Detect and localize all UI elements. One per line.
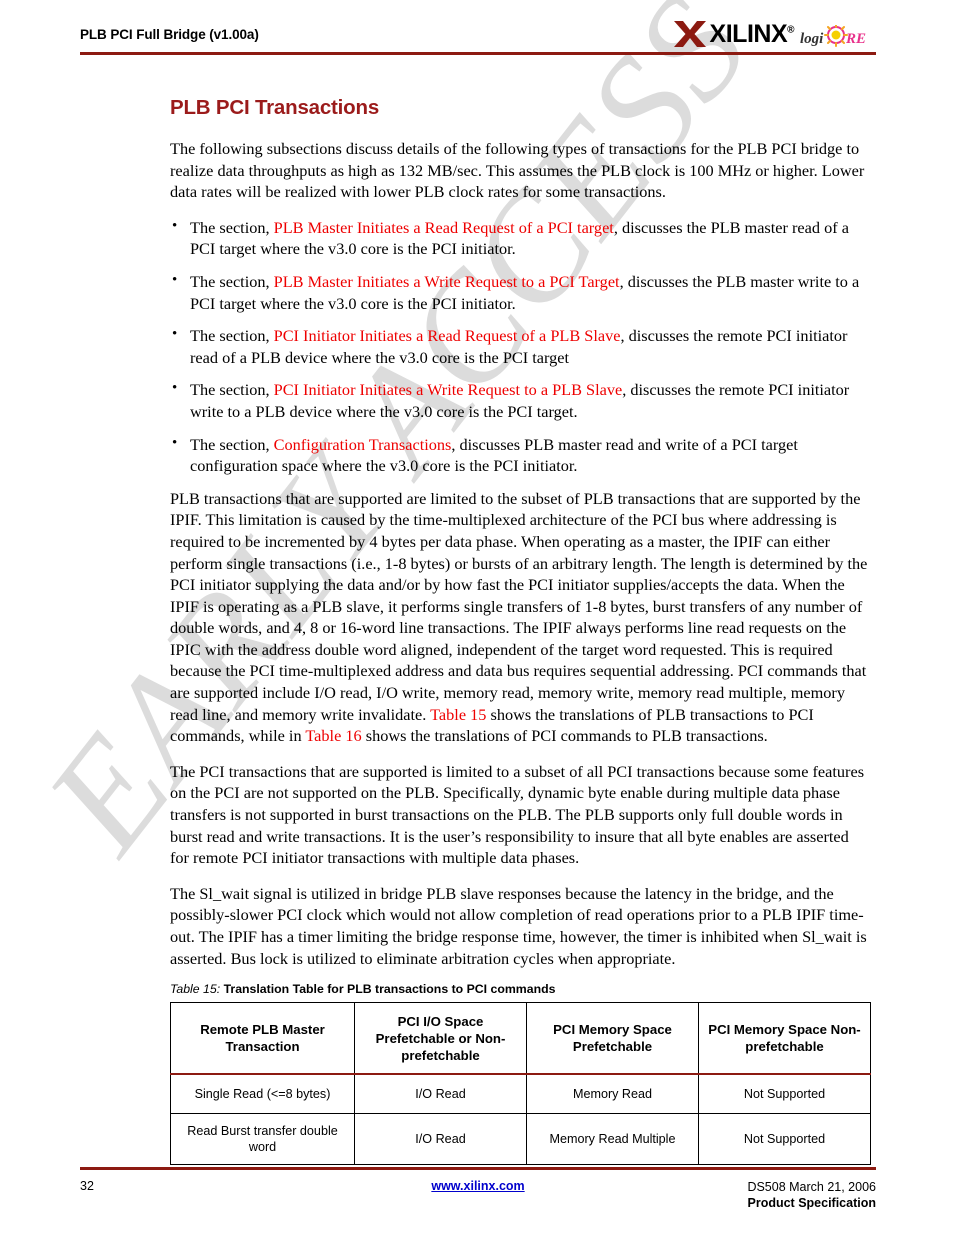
table-15: Remote PLB Master Transaction PCI I/O Sp… [170, 1002, 871, 1166]
table-cell: Read Burst transfer double word [170, 1113, 355, 1166]
plb-transactions-paragraph: PLB transactions that are supported are … [170, 488, 870, 747]
cross-reference-link[interactable]: PLB Master Initiates a Read Request of a… [274, 218, 614, 237]
bullet-pre-text: The section, [190, 326, 274, 346]
svg-text:logi: logi [800, 31, 824, 47]
cross-reference-link[interactable]: Configuration Transactions [274, 435, 452, 454]
cross-reference-link[interactable]: PCI Initiator Initiates a Write Request … [274, 380, 623, 399]
xilinx-logo: XILINX® logi RE [672, 18, 876, 50]
logicore-logo-icon: logi RE [800, 25, 866, 47]
column-header-pci-memory-space-prefetchable: PCI Memory Space Prefetchable [526, 1002, 699, 1076]
footer-document-info: DS508 March 21, 2006 Product Specificati… [747, 1179, 876, 1211]
header-doc-title: PLB PCI Full Bridge (v1.00a) [80, 27, 259, 42]
table-caption-label: Table 15: [170, 982, 221, 997]
list-item: The section, Configuration Transactions,… [170, 433, 870, 477]
table-cell: Not Supported [698, 1073, 871, 1115]
table-15-reference-link[interactable]: Table 15 [430, 705, 486, 724]
xilinx-x-icon [673, 21, 706, 47]
product-specification-label: Product Specification [747, 1196, 877, 1210]
table-cell: Memory Read [526, 1073, 699, 1115]
list-item: The section, PCI Initiator Initiates a R… [170, 324, 870, 368]
document-page: EARLY ACCESS PLB PCI Full Bridge (v1.00a… [0, 0, 954, 1235]
table-header-row: Remote PLB Master Transaction PCI I/O Sp… [170, 1002, 871, 1076]
table-header: Remote PLB Master Transaction PCI I/O Sp… [170, 1002, 871, 1076]
document-content: PLB PCI Transactions The following subse… [170, 96, 871, 1166]
table-row: Read Burst transfer double word I/O Read… [170, 1113, 871, 1166]
bullet-pre-text: The section, [190, 434, 274, 454]
sl-wait-paragraph: The Sl_wait signal is utilized in bridge… [170, 883, 867, 968]
table-row: Single Read (<=8 bytes) I/O Read Memory … [170, 1073, 871, 1115]
table-cell: Memory Read Multiple [526, 1113, 699, 1166]
cross-reference-link[interactable]: PCI Initiator Initiates a Read Request o… [274, 326, 621, 345]
table-cell: I/O Read [354, 1073, 527, 1115]
intro-paragraph: The following subsections discuss detail… [170, 139, 865, 202]
table-cell: Single Read (<=8 bytes) [170, 1073, 355, 1115]
list-item: The section, PLB Master Initiates a Writ… [170, 270, 870, 314]
column-header-pci-memory-space-non-prefetchable: PCI Memory Space Non-prefetchable [698, 1002, 871, 1076]
plb-para-part-1: PLB transactions that are supported are … [170, 488, 868, 724]
footer-divider [80, 1167, 876, 1170]
column-header-remote-plb-master-transaction: Remote PLB Master Transaction [170, 1002, 355, 1076]
document-id: DS508 March 21, 2006 [747, 1180, 876, 1194]
page-title: PLB PCI Transactions [170, 96, 380, 119]
transaction-sections-list: The section, PLB Master Initiates a Read… [170, 216, 870, 477]
bullet-pre-text: The section, [190, 217, 274, 237]
bullet-pre-text: The section, [190, 380, 274, 400]
table-16-reference-link[interactable]: Table 16 [305, 726, 361, 745]
svg-text:RE: RE [845, 31, 866, 47]
xilinx-wordmark: XILINX® [709, 19, 795, 48]
table-15-caption: Table 15: Translation Table for PLB tran… [170, 982, 870, 996]
pci-transactions-paragraph: The PCI transactions that are supported … [170, 761, 865, 868]
list-item: The section, PLB Master Initiates a Read… [170, 216, 870, 260]
page-footer: 32 www.xilinx.com DS508 March 21, 2006 P… [0, 1167, 954, 1213]
plb-para-part-3: shows the translations of PCI commands t… [361, 726, 768, 746]
column-header-pci-io-space: PCI I/O Space Prefetchable or Non-prefet… [354, 1002, 527, 1076]
table-cell: Not Supported [698, 1113, 871, 1166]
page-header: PLB PCI Full Bridge (v1.00a) XILINX® log… [0, 0, 954, 55]
bullet-pre-text: The section, [190, 271, 274, 291]
list-item: The section, PCI Initiator Initiates a W… [170, 378, 870, 422]
header-divider [80, 52, 876, 55]
xilinx-wordmark-text: XILINX [709, 19, 788, 48]
table-body: Single Read (<=8 bytes) I/O Read Memory … [170, 1073, 871, 1166]
registered-trademark-icon: ® [787, 24, 794, 36]
cross-reference-link[interactable]: PLB Master Initiates a Write Request to … [274, 272, 620, 291]
table-cell: I/O Read [354, 1113, 527, 1166]
table-caption-title: Translation Table for PLB transactions t… [223, 982, 556, 997]
